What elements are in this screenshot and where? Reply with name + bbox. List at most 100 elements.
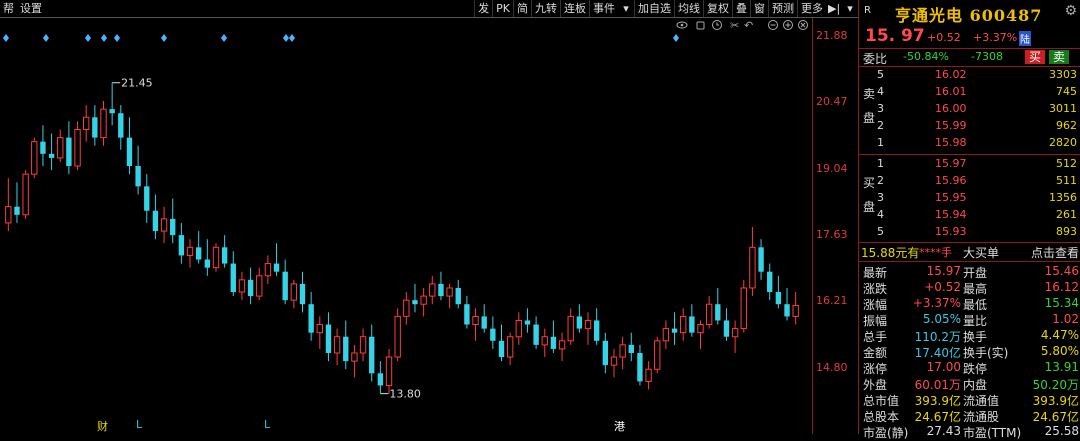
hk-connect-marker[interactable]: 港 (614, 418, 625, 434)
event-diamond-icon (161, 34, 167, 42)
bid-row[interactable]: 2 15.96 511 (875, 174, 1079, 190)
stat-value: 15.97 (926, 264, 961, 278)
weicha-value: -7308 (971, 50, 1003, 63)
dropdown-arrow-icon[interactable]: ▾ (842, 0, 858, 17)
r-flag: R (864, 5, 871, 16)
candle (628, 332, 634, 362)
l-marker[interactable]: L (264, 418, 270, 431)
y-tick-label: 14.80 (816, 361, 848, 374)
candle (31, 137, 38, 179)
candle (784, 287, 790, 321)
stat-label: 金额 (863, 346, 888, 360)
candle (792, 292, 799, 325)
candle (343, 320, 349, 370)
stat-label: 换手 (963, 330, 988, 344)
candle (135, 145, 141, 195)
candle (230, 251, 236, 297)
candle (689, 304, 695, 337)
ask-row[interactable]: 1 15.98 2820 (875, 136, 1079, 152)
toolbar-btn-window[interactable]: 窗 (750, 0, 768, 17)
toolbar-btn-add-watch[interactable]: 加自选 (634, 0, 674, 17)
candle (178, 222, 185, 264)
candle (247, 267, 254, 305)
price-row: 15. 97 +0.52 +3.37% 陆 (859, 26, 1080, 46)
earnings-marker[interactable]: 财 (97, 418, 108, 434)
candle (316, 316, 323, 349)
gear-icon[interactable]: ⚙ (1064, 3, 1077, 19)
stat-label: 流通股 (963, 410, 1000, 424)
stat-row: 涨停 17.00 跌停 13.91 (859, 360, 1080, 376)
candlestick-plot[interactable]: ✂ ↶ 21.45 13.80 (0, 18, 858, 434)
dropdown-arrow-icon[interactable]: ▾ (618, 0, 634, 17)
candle (438, 271, 444, 301)
candle (637, 344, 643, 386)
toolbar-btn-fa[interactable]: 发 (474, 0, 492, 17)
stat-label: 换手(实) (963, 346, 1009, 360)
candle (359, 328, 367, 362)
sell-button[interactable]: 卖 (1049, 50, 1069, 64)
low-price-label: 13.80 (389, 388, 421, 401)
stat-label: 总市值 (863, 394, 900, 408)
bid-row[interactable]: 1 15.97 512 (875, 157, 1079, 173)
candle (282, 259, 288, 305)
big-order-hands: ****手 (919, 246, 952, 259)
toolbar-btn-jiuzhuan[interactable]: 九转 (531, 0, 560, 17)
event-markers (3, 34, 679, 42)
toolbar-btn-ma[interactable]: 均线 (674, 0, 703, 17)
toolbar-btn-adjust[interactable]: 复权 (703, 0, 732, 17)
candle (464, 296, 470, 329)
candle (705, 296, 713, 329)
undo-icon: ↶ (744, 19, 753, 32)
collapse-panel-icon[interactable]: ▶| (826, 0, 842, 17)
kline-chart[interactable]: 帮 设置 发 PK 简 九转 连板 事件 ▾ 加自选 均线 复权 叠 窗 预测 … (0, 0, 858, 434)
candle (541, 328, 548, 358)
ask-row[interactable]: 2 15.99 962 (875, 119, 1079, 135)
buy-button[interactable]: 买 (1025, 50, 1045, 64)
stat-value: 4.47% (1040, 328, 1079, 342)
ask-row[interactable]: 4 16.01 745 (875, 85, 1079, 101)
candle (506, 332, 514, 366)
bid-row[interactable]: 3 15.95 1356 (875, 191, 1079, 207)
ask-row[interactable]: 5 16.02 3303 (875, 68, 1079, 84)
toolbar-btn-more[interactable]: 更多 (797, 0, 826, 17)
stat-value: 17.00 (926, 360, 961, 374)
toolbar-btn-simple[interactable]: 简 (513, 0, 531, 17)
toolbar-btn-forecast[interactable]: 预测 (768, 0, 797, 17)
book-divider (859, 154, 1080, 155)
candle (429, 275, 436, 305)
bid-row[interactable]: 4 15.94 261 (875, 208, 1079, 224)
zoom-out-icon (768, 20, 778, 30)
toolbar-btn-overlay[interactable]: 叠 (732, 0, 750, 17)
stat-value: 50.20万 (1032, 378, 1079, 392)
l-marker[interactable]: L (136, 418, 142, 431)
candle (369, 324, 375, 382)
stat-label: 最低 (963, 298, 988, 312)
candle (602, 332, 609, 374)
stat-row: 最新 15.97 开盘 15.46 (859, 264, 1080, 280)
candle (662, 320, 670, 349)
chart-toolbar: 帮 设置 发 PK 简 九转 连板 事件 ▾ 加自选 均线 复权 叠 窗 预测 … (0, 0, 858, 18)
candle (767, 263, 773, 301)
stat-label: 开盘 (963, 266, 988, 280)
bid-row[interactable]: 5 15.93 893 (875, 225, 1079, 241)
candle (490, 316, 496, 349)
candle (680, 308, 687, 341)
toolbar-btn-help[interactable]: 帮 (0, 0, 17, 17)
view-big-order-link[interactable]: 点击查看 (1031, 244, 1079, 261)
toolbar-btn-pk[interactable]: PK (492, 0, 513, 17)
candle (83, 105, 90, 142)
ask-row[interactable]: 3 16.00 3011 (875, 102, 1079, 118)
candle (731, 320, 739, 353)
quote-header: R 亨通光电 600487 ⚙ (859, 0, 1080, 26)
eye-icon (676, 21, 688, 29)
stat-value: 24.67亿 (1032, 410, 1079, 424)
stock-title[interactable]: 亨通光电 600487 (895, 2, 1042, 26)
candle (749, 227, 756, 297)
ask-side-label: 卖盘 (863, 87, 876, 125)
toolbar-btn-events[interactable]: 事件 (589, 0, 618, 17)
candle (498, 324, 505, 362)
toolbar-btn-lianban[interactable]: 连板 (560, 0, 589, 17)
toolbar-btn-settings[interactable]: 设置 (17, 0, 45, 17)
candle (195, 231, 202, 264)
candle (325, 312, 332, 362)
